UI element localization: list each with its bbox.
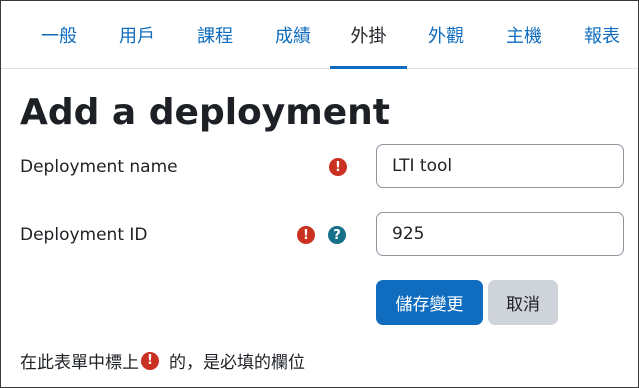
tab-server[interactable]: 主機 [504, 1, 544, 68]
admin-tabs: 一般 用戶 課程 成績 外掛 外觀 主機 報表 [1, 1, 638, 69]
save-changes-button[interactable]: 儲存變更 [376, 280, 483, 325]
tab-plugins[interactable]: 外掛 [330, 1, 407, 69]
deployment-id-input[interactable] [376, 212, 624, 256]
tab-reports[interactable]: 報表 [582, 1, 622, 68]
required-icon: ! [141, 351, 159, 370]
required-fields-note: 在此表單中標上 ! 的，是必填的欄位 [20, 348, 305, 373]
tab-general[interactable]: 一般 [39, 1, 79, 68]
page-title: Add a deployment [20, 92, 391, 133]
required-icon: ! [297, 226, 315, 244]
deployment-name-label: Deployment name [20, 157, 178, 177]
deployment-id-label: Deployment ID [20, 225, 148, 245]
tab-users[interactable]: 用戶 [117, 1, 157, 68]
tab-appearance[interactable]: 外觀 [426, 1, 466, 68]
deployment-name-input[interactable] [376, 144, 624, 188]
tab-grades[interactable]: 成績 [273, 1, 313, 68]
footnote-prefix: 在此表單中標上 [20, 353, 139, 373]
cancel-button[interactable]: 取消 [488, 280, 558, 325]
footnote-suffix: 的，是必填的欄位 [169, 353, 305, 373]
help-icon[interactable]: ? [328, 226, 346, 244]
tab-courses[interactable]: 課程 [195, 1, 235, 68]
required-icon: ! [329, 158, 347, 176]
page-frame: 一般 用戶 課程 成績 外掛 外觀 主機 報表 Add a deployment… [0, 0, 639, 388]
